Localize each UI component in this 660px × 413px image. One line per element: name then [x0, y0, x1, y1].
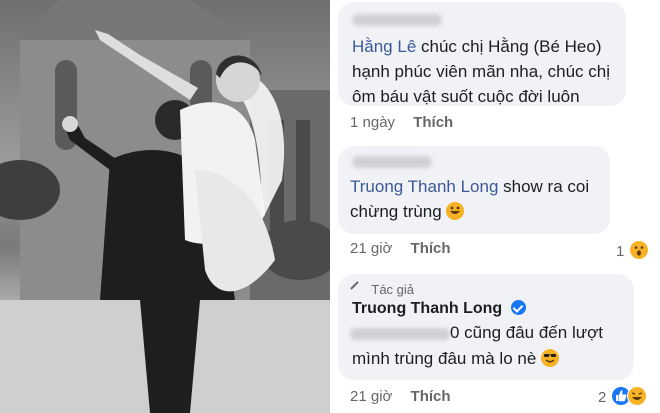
comment-meta: 1 ngày Thích — [350, 114, 453, 131]
comment-bubble: Hằng Lê chúc chị Hằng (Bé Heo) hạnh phúc… — [338, 2, 626, 106]
comment-text-line: ôm báu vật suốt cuộc đời luôn — [352, 87, 580, 106]
comment-text-line: mình trùng đâu mà lo nè — [352, 349, 537, 368]
verified-badge-icon — [510, 300, 526, 315]
reaction-summary[interactable]: 2 — [598, 386, 647, 406]
author-tag-label: Tác giả — [371, 282, 415, 297]
comment-meta: 21 giờ Thích — [350, 388, 451, 405]
comment-text-line: hạnh phúc viên mãn nha, chúc chị — [352, 62, 611, 81]
reaction-count: 1 — [616, 243, 625, 260]
wow-reaction-icon — [628, 240, 649, 260]
like-button[interactable]: Thích — [411, 388, 451, 405]
blurred-name — [352, 156, 432, 168]
reaction-summary[interactable]: 1 — [616, 240, 649, 260]
comment-author-row: Truong Thanh Long — [352, 300, 526, 318]
comment-meta: 21 giờ Thích — [350, 240, 451, 257]
haha-reaction-icon — [626, 386, 647, 406]
sunglasses-emoji-icon — [541, 349, 560, 367]
reaction-count: 2 — [598, 389, 607, 406]
comment-time[interactable]: 21 giờ — [350, 240, 392, 257]
comment-text-line: 0 cũng đâu đến lượt — [450, 323, 603, 342]
comment-author-link[interactable]: Truong Thanh Long — [352, 300, 502, 317]
comment-time[interactable]: 1 ngày — [350, 114, 395, 131]
comment-text: mình trùng đâu mà lo nè — [352, 346, 560, 371]
comment-text-line: chừng trùng — [350, 202, 442, 221]
wedding-photo — [0, 0, 330, 413]
comment-author-link[interactable]: Truong Thanh Long — [350, 177, 498, 196]
comment-text: Hằng Lê chúc chị Hằng (Bé Heo) hạnh phúc… — [352, 34, 622, 109]
blurred-name — [352, 14, 442, 26]
author-badge: Tác giả — [350, 281, 415, 297]
comment-text-line: chúc chị Hằng (Bé Heo) — [421, 37, 602, 56]
comment-text-line: show ra coi — [503, 177, 590, 196]
comment-bubble: Truong Thanh Long show ra coi chừng trùn… — [338, 146, 610, 234]
like-button[interactable]: Thích — [411, 240, 451, 257]
pencil-icon — [350, 281, 366, 297]
comment-time[interactable]: 21 giờ — [350, 388, 392, 405]
comment-thread: Hằng Lê chúc chị Hằng (Bé Heo) hạnh phúc… — [332, 0, 660, 413]
blurred-mention — [350, 328, 450, 340]
comment-text: Truong Thanh Long show ra coi chừng trùn… — [350, 174, 606, 224]
rolling-laughing-emoji-icon — [446, 202, 465, 220]
comment-author-link[interactable]: Hằng Lê — [352, 37, 416, 56]
comment-bubble: Tác giả Truong Thanh Long 0 cũng đâu đến… — [338, 274, 634, 380]
like-button[interactable]: Thích — [413, 114, 453, 131]
